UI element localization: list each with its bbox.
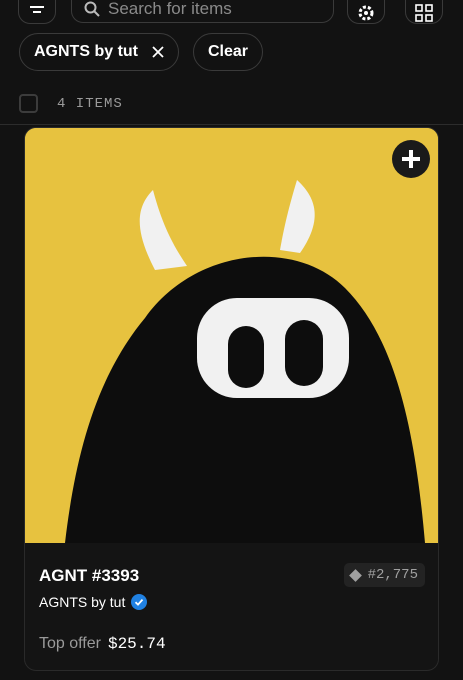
filter-chip-collection[interactable]: AGNTS by tut [19, 33, 179, 71]
card-details: AGNT #3393 #2,775 AGNTS by tut Top offer… [25, 543, 438, 670]
nft-card[interactable]: AGNT #3393 #2,775 AGNTS by tut Top offer… [24, 127, 439, 671]
offer-label: Top offer [39, 635, 101, 652]
collection-name: AGNTS by tut [39, 594, 126, 610]
diamond-icon [348, 568, 362, 582]
search-icon [84, 1, 100, 17]
collection-row[interactable]: AGNTS by tut [39, 594, 148, 610]
filter-icon [30, 6, 44, 13]
clear-label: Clear [208, 43, 249, 60]
divider [0, 124, 463, 125]
rarity-rank-badge: #2,775 [343, 563, 425, 587]
settings-button[interactable] [347, 0, 385, 24]
nft-artwork [25, 128, 438, 543]
items-count: 4 ITEMS [57, 95, 123, 112]
select-all-checkbox[interactable] [19, 94, 38, 113]
filter-button[interactable] [18, 0, 56, 24]
filter-chips: AGNTS by tut Clear [19, 33, 264, 71]
nft-image[interactable] [25, 128, 438, 543]
search-placeholder: Search for items [108, 0, 232, 18]
add-to-cart-button[interactable] [392, 140, 430, 178]
verified-icon [131, 594, 148, 610]
top-offer-row: Top offer $25.74 [39, 635, 166, 653]
close-icon[interactable] [152, 46, 164, 58]
grid-view-button[interactable] [405, 0, 443, 24]
item-name[interactable]: AGNT #3393 [39, 566, 139, 586]
results-header: 4 ITEMS [19, 94, 123, 113]
grid-view-icon [415, 4, 433, 22]
clear-filters-button[interactable]: Clear [193, 33, 264, 71]
chip-label: AGNTS by tut [34, 43, 138, 60]
rank-value: #2,775 [367, 567, 418, 583]
top-toolbar: Search for items [0, 0, 463, 30]
search-input[interactable]: Search for items [71, 0, 334, 23]
plus-icon [402, 150, 420, 168]
offer-value: $25.74 [107, 635, 166, 653]
settings-icon [358, 5, 374, 21]
